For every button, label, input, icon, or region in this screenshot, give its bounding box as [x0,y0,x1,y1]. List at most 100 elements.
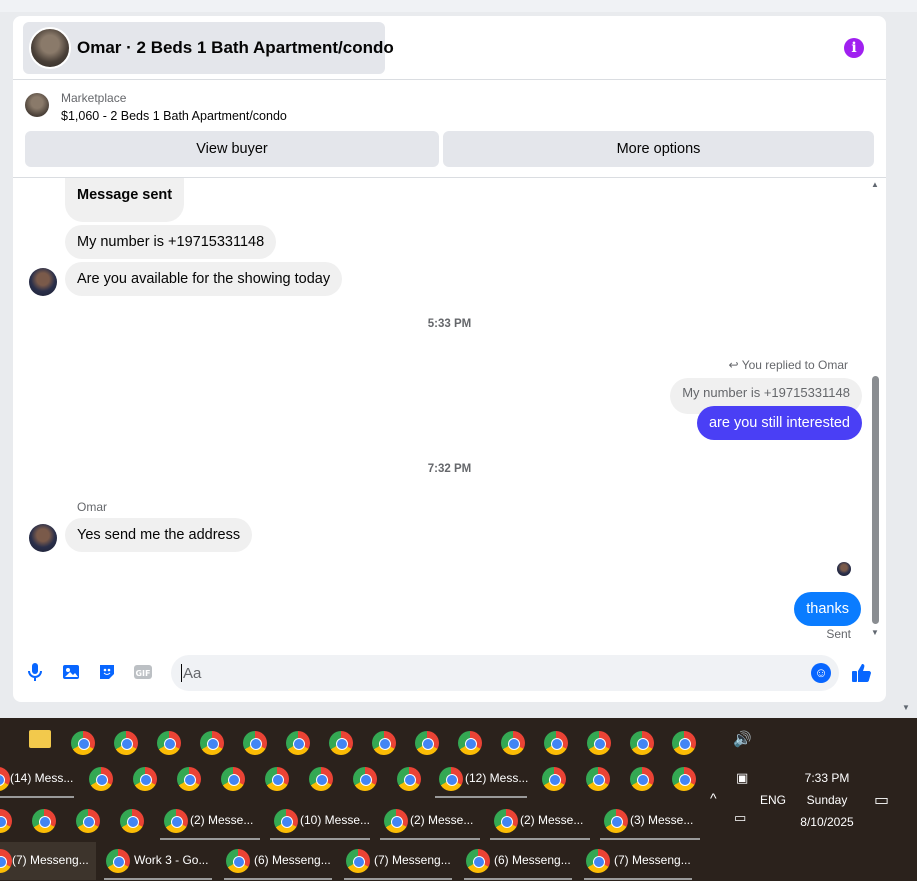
taskbar-button[interactable]: (2) Messe... [160,802,260,840]
chevron-up-icon[interactable]: ^ [710,790,717,806]
timestamp: 5:33 PM [427,318,472,330]
taskbar-button-label: (7) Messeng... [614,853,691,867]
more-options-button[interactable]: More options [443,131,874,167]
chrome-icon [106,849,130,873]
clock-date[interactable]: 8/10/2025 [795,815,859,829]
conversation-title: Omar · 2 Beds 1 Bath Apartment/condo [77,38,394,57]
active-indicator [435,796,527,798]
view-buyer-button[interactable]: View buyer [25,131,439,167]
chrome-icon[interactable] [243,731,267,755]
taskbar-button[interactable]: (3) Messe... [600,802,700,840]
chrome-icon[interactable] [71,731,95,755]
listing-thumbnail [25,93,49,117]
chat-header: Omar · 2 Beds 1 Bath Apartment/condo i [13,16,886,80]
like-icon[interactable] [851,662,873,690]
taskbar-row [0,724,700,764]
chrome-icon[interactable] [114,731,138,755]
info-icon[interactable]: i [844,38,864,58]
chrome-icon[interactable] [157,731,181,755]
language-indicator[interactable]: ENG [760,793,786,807]
active-indicator [490,838,590,840]
chrome-icon[interactable] [286,731,310,755]
clock-time[interactable]: 7:33 PM [795,771,859,785]
message-bubble-outgoing: are you still interested [696,406,862,440]
chrome-icon[interactable] [0,809,12,833]
network-icon[interactable]: ▭ [734,810,746,826]
chrome-icon[interactable] [353,767,377,791]
taskbar-button[interactable]: (12) Mess... [435,760,528,798]
chrome-icon[interactable] [544,731,568,755]
emoji-icon[interactable]: ☺ [811,663,831,683]
chrome-icon [0,767,10,791]
taskbar-button[interactable]: (7) Messeng... [0,842,96,880]
photo-icon[interactable] [59,662,83,686]
omar-avatar[interactable] [29,524,57,552]
taskbar-button-label: (2) Messe... [520,813,584,827]
scroll-down-arrow[interactable]: ▼ [871,628,879,637]
conversation-title-button[interactable]: Omar · 2 Beds 1 Bath Apartment/condo [23,22,394,74]
message-input[interactable]: Aa ☺ [171,655,839,691]
chrome-icon[interactable] [501,731,525,755]
active-indicator [224,878,332,880]
chrome-icon[interactable] [89,767,113,791]
chrome-icon[interactable] [672,731,696,755]
window-top-strip [0,0,917,12]
volume-icon[interactable]: 🔊 [733,730,752,748]
composer: GIF Aa ☺ [13,648,886,702]
listing-title[interactable]: $1,060 - 2 Beds 1 Bath Apartment/condo [61,109,287,123]
svg-text:GIF: GIF [135,669,150,678]
chrome-icon[interactable] [458,731,482,755]
chrome-icon[interactable] [397,767,421,791]
notification-icon[interactable]: ▭ [874,790,889,810]
taskbar-button[interactable]: (7) Messeng... [584,842,692,880]
active-indicator [584,878,692,880]
clock-day[interactable]: Sunday [795,793,859,807]
chrome-icon[interactable] [133,767,157,791]
scrollbar-thumb[interactable] [872,376,879,624]
taskbar-button-label: (2) Messe... [410,813,474,827]
mic-icon[interactable] [23,662,47,686]
chrome-icon[interactable] [329,731,353,755]
active-indicator [380,838,480,840]
chrome-icon[interactable] [587,731,611,755]
omar-avatar[interactable] [29,268,57,296]
taskbar-button[interactable]: (6) Messeng... [224,842,332,880]
taskbar-button[interactable]: (6) Messeng... [464,842,572,880]
chrome-icon[interactable] [630,767,654,791]
chrome-icon[interactable] [76,809,100,833]
marketplace-panel: Marketplace $1,060 - 2 Beds 1 Bath Apart… [13,81,886,178]
chrome-icon[interactable] [542,767,566,791]
read-receipt-avatar [837,562,851,576]
chrome-icon[interactable] [672,767,696,791]
chrome-icon[interactable] [265,767,289,791]
active-indicator [344,878,452,880]
sticker-icon[interactable] [95,662,119,686]
taskbar-button[interactable]: (2) Messe... [380,802,480,840]
meet-now-icon[interactable]: ▣ [736,770,748,786]
marketplace-label: Marketplace [61,91,127,105]
chrome-icon[interactable] [221,767,245,791]
chrome-icon[interactable] [177,767,201,791]
chrome-icon[interactable] [120,809,144,833]
active-indicator [160,838,260,840]
taskbar-button[interactable]: (14) Mess... [0,760,74,798]
taskbar-button[interactable]: (7) Messeng... [344,842,452,880]
chrome-icon[interactable] [200,731,224,755]
taskbar-button[interactable]: (2) Messe... [490,802,590,840]
chrome-icon[interactable] [586,767,610,791]
chrome-icon[interactable] [372,731,396,755]
chrome-icon[interactable] [309,767,333,791]
chrome-icon [346,849,370,873]
taskbar-button[interactable]: Work 3 - Go... [104,842,212,880]
sender-name: Omar [77,500,107,514]
chrome-icon[interactable] [630,731,654,755]
page-scroll-down-arrow[interactable]: ▼ [902,703,910,712]
chrome-icon[interactable] [415,731,439,755]
folder-icon[interactable] [29,730,51,748]
chrome-icon[interactable] [32,809,56,833]
taskbar-button[interactable]: (10) Messe... [270,802,370,840]
gif-icon[interactable]: GIF [131,662,155,686]
scroll-up-arrow[interactable]: ▲ [871,180,879,189]
chrome-icon [226,849,250,873]
chrome-icon [466,849,490,873]
